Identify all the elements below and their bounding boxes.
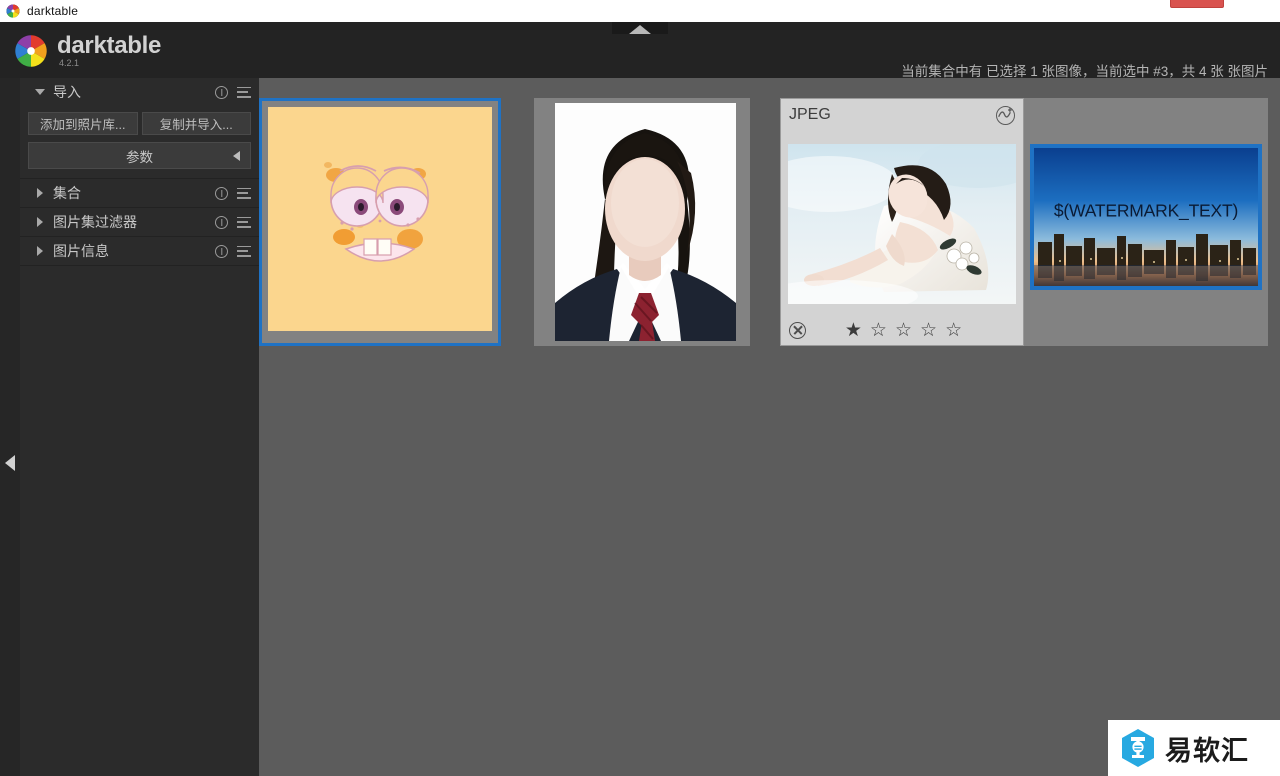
watermark-text: $(WATERMARK_TEXT) [1053, 200, 1239, 221]
import-parameters-label: 参数 [126, 149, 153, 165]
thumbnail-image-sponge-face [268, 107, 492, 331]
thumbnail-row: JPEG ★ ☆ ☆ ☆ ☆ $(WATERMARK_TEXT) [259, 98, 1268, 346]
triangle-right-icon [34, 246, 46, 256]
module-collection-filters: 图片集过滤器 [20, 208, 259, 237]
star-3[interactable]: ☆ [895, 321, 912, 340]
copy-and-import-button[interactable]: 复制并导入... [141, 112, 251, 135]
thumbnail-image-bride-photo [788, 144, 1016, 304]
module-collection-filters-label: 图片集过滤器 [53, 214, 137, 230]
file-extension-label: JPEG [789, 106, 831, 123]
thumbnail-cell-watermark-city[interactable]: $(WATERMARK_TEXT) [1024, 98, 1268, 346]
chevron-up-icon [629, 25, 651, 34]
id-portrait-artwork [555, 103, 736, 341]
module-collections-label: 集合 [53, 185, 81, 201]
app-header: darktable 4.2.1 当前集合中有 已选择 1 张图像，当前选中 #3… [0, 22, 1280, 79]
info-icon[interactable] [215, 244, 228, 258]
thumbnail-overlay-bottom: ★ ☆ ☆ ☆ ☆ [781, 315, 1023, 345]
star-4[interactable]: ☆ [920, 321, 937, 340]
presets-menu-icon[interactable] [237, 86, 251, 98]
add-to-library-button[interactable]: 添加到照片库... [28, 112, 138, 135]
presets-menu-icon[interactable] [237, 245, 251, 257]
thumbnail-image-watermark-city: $(WATERMARK_TEXT) [1030, 144, 1262, 290]
star-rating[interactable]: ★ ☆ ☆ ☆ ☆ [806, 321, 1001, 340]
os-window-titlebar: darktable [0, 0, 1280, 22]
thumbnail-overlay-top: JPEG [781, 99, 1023, 131]
triangle-right-icon [34, 188, 46, 198]
triangle-left-icon [233, 150, 240, 161]
module-image-information: 图片信息 [20, 237, 259, 266]
info-icon[interactable] [215, 186, 228, 200]
top-panel-collapse-handle[interactable] [612, 22, 668, 34]
thumbnail-cell-sponge-face[interactable] [259, 98, 501, 346]
module-import-body: 添加到照片库... 复制并导入... 参数 [20, 106, 259, 178]
module-collections: 集合 [20, 179, 259, 208]
window-close-button[interactable] [1170, 0, 1224, 8]
app-version: 4.2.1 [59, 58, 80, 68]
chevron-left-icon [5, 455, 15, 471]
thumbnail-gap [750, 98, 780, 346]
thumbnail-gap [501, 98, 534, 346]
darktable-aperture-icon [6, 4, 20, 18]
presets-menu-icon[interactable] [237, 216, 251, 228]
triangle-down-icon [34, 89, 46, 95]
darktable-window: darktable 4.2.1 当前集合中有 已选择 1 张图像，当前选中 #3… [0, 22, 1280, 776]
module-import: 导入 添加到照片库... 复制并导入... 参数 [20, 78, 259, 179]
sponge-face-artwork [324, 162, 429, 262]
import-parameters-button[interactable]: 参数 [28, 142, 251, 169]
bride-photo-artwork [788, 144, 1016, 304]
star-5[interactable]: ☆ [945, 321, 962, 340]
site-watermark: 易软汇 [1108, 720, 1280, 776]
thumbnail-cell-bride-photo[interactable]: JPEG ★ ☆ ☆ ☆ ☆ [780, 98, 1024, 346]
lighttable-canvas[interactable]: JPEG ★ ☆ ☆ ☆ ☆ $(WATERMARK_TEXT) 易软汇 [259, 78, 1280, 776]
info-icon[interactable] [215, 215, 228, 229]
module-collections-header[interactable]: 集合 [20, 179, 259, 207]
site-watermark-text: 易软汇 [1165, 735, 1249, 767]
app-title: darktable [57, 32, 162, 59]
thumbnail-cell-id-portrait[interactable] [534, 98, 750, 346]
darktable-aperture-logo [14, 34, 48, 68]
module-import-header[interactable]: 导入 [20, 78, 259, 106]
collection-status-text: 当前集合中有 已选择 1 张图像，当前选中 #3，共 4 张 张图片 [901, 64, 1268, 79]
altered-history-icon[interactable] [996, 105, 1015, 125]
hexagon-brand-logo [1120, 728, 1156, 768]
module-collection-filters-header[interactable]: 图片集过滤器 [20, 208, 259, 236]
star-2[interactable]: ☆ [870, 321, 887, 340]
module-image-information-header[interactable]: 图片信息 [20, 237, 259, 265]
left-panel-collapse-handle[interactable] [2, 448, 18, 478]
thumbnail-image-id-portrait [555, 103, 736, 341]
star-1[interactable]: ★ [845, 321, 862, 340]
left-panel-strip [0, 78, 21, 776]
module-import-label: 导入 [53, 84, 81, 100]
module-image-information-label: 图片信息 [53, 243, 109, 259]
presets-menu-icon[interactable] [237, 187, 251, 199]
os-window-title: darktable [27, 4, 79, 18]
left-panel: 导入 添加到照片库... 复制并导入... 参数 集合 图片集过滤器 图片信息 [20, 78, 259, 776]
app-brand: darktable 4.2.1 [14, 34, 161, 68]
info-icon[interactable] [215, 85, 228, 99]
triangle-right-icon [34, 217, 46, 227]
reject-circle-x-icon[interactable] [789, 321, 806, 339]
